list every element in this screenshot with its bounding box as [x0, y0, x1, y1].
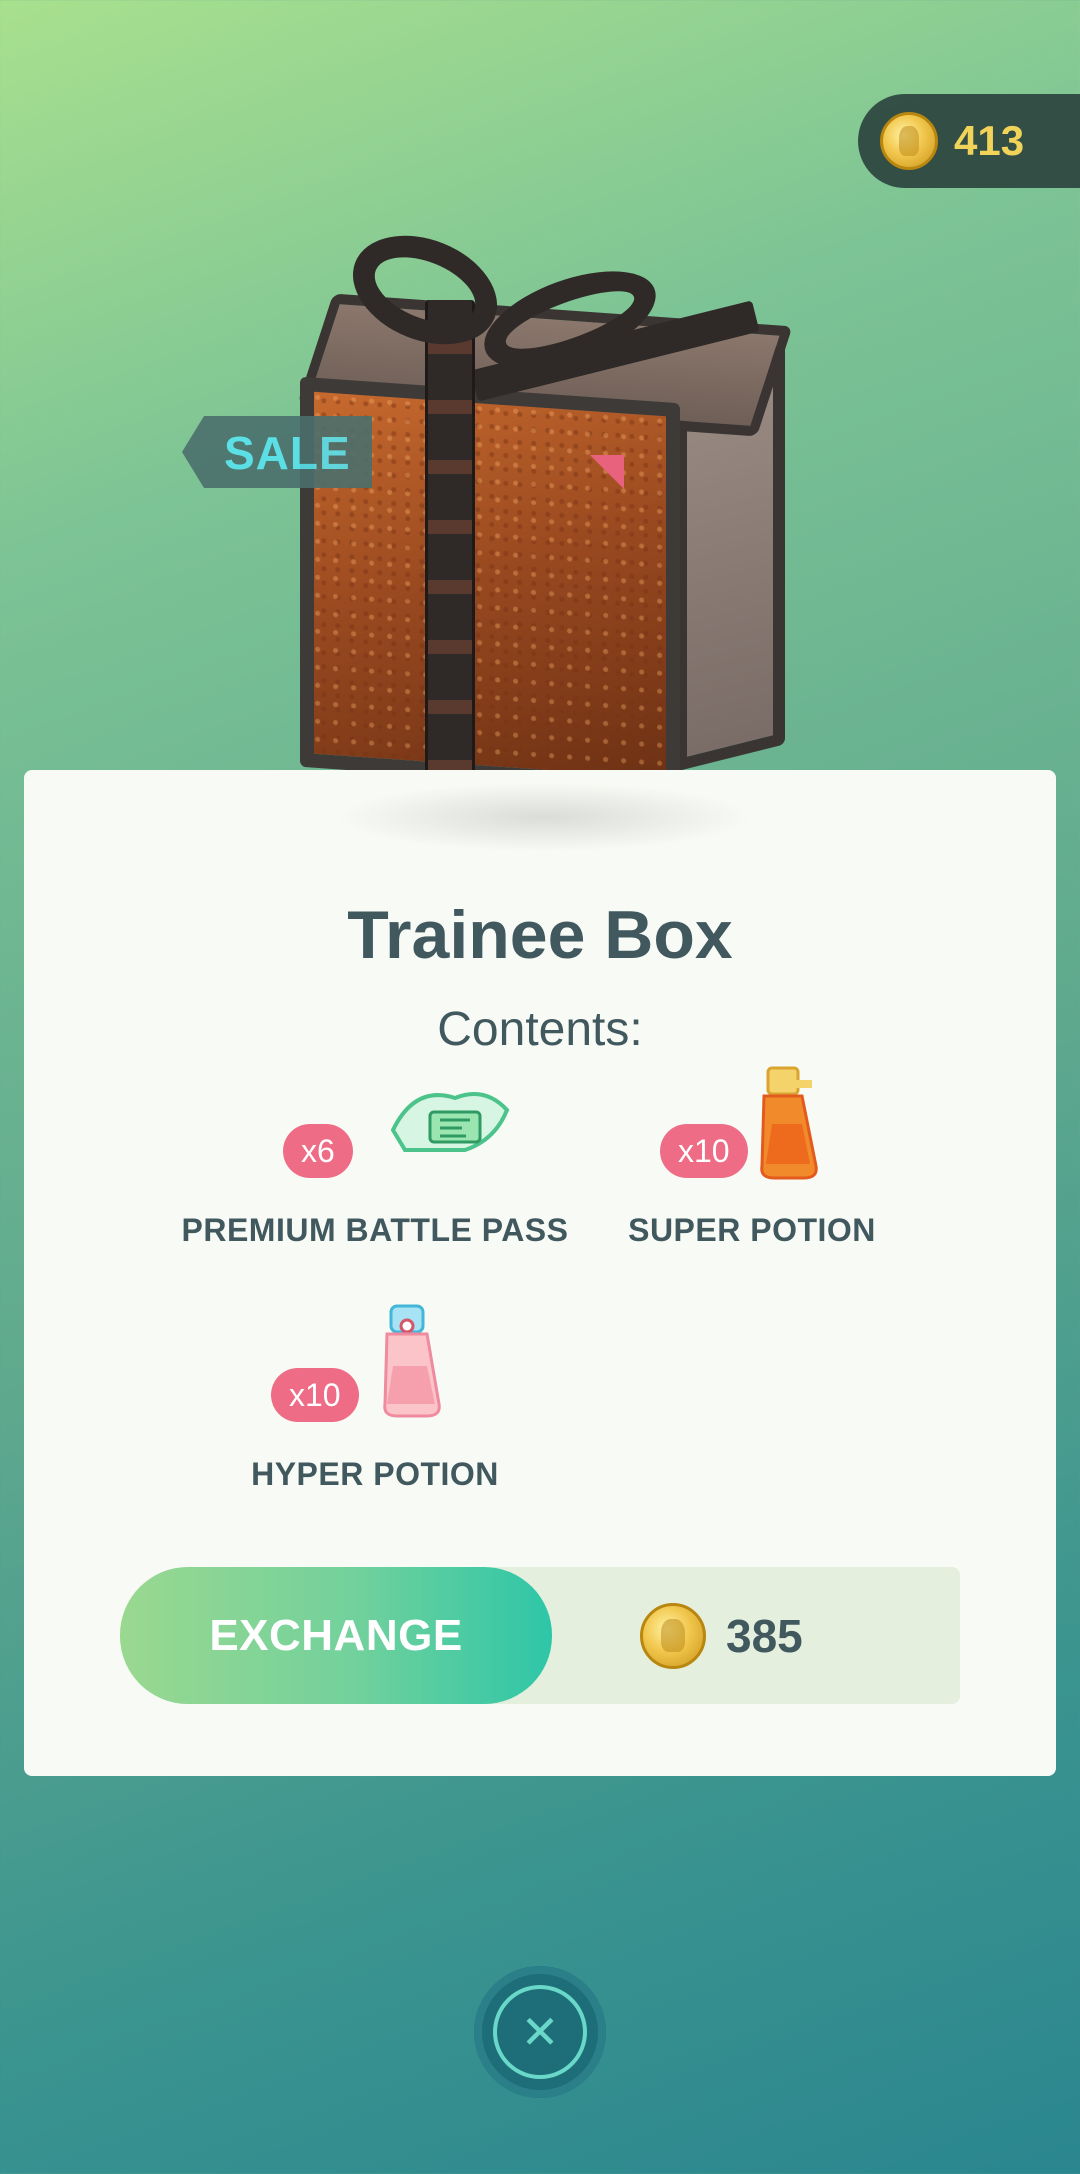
price-display: 385 [640, 1567, 803, 1704]
price-amount: 385 [726, 1609, 803, 1662]
quantity-badge: x10 [660, 1124, 748, 1178]
pokecoin-icon [880, 112, 938, 170]
quantity-badge: x10 [271, 1368, 359, 1422]
item-label: HYPER POTION [251, 1456, 499, 1492]
sale-badge: SALE [182, 416, 372, 488]
coin-balance-amount: 413 [954, 117, 1025, 164]
hyper-potion-icon [383, 1304, 441, 1418]
content-item-hyper-potion: x10 HYPER POTION [155, 1304, 595, 1514]
exchange-bar: EXCHANGE 385 [120, 1567, 960, 1704]
item-label: PREMIUM BATTLE PASS [181, 1212, 569, 1248]
box-shadow [334, 782, 754, 852]
premium-battle-pass-icon [390, 1092, 510, 1152]
quantity-badge: x6 [283, 1124, 353, 1178]
item-label: SUPER POTION [628, 1212, 876, 1248]
offer-card: Trainee Box Contents: x6 PREMIUM BATTLE … [24, 770, 1056, 1776]
contents-label: Contents: [437, 1003, 643, 1056]
close-icon: ✕ [493, 1985, 587, 2079]
exchange-button[interactable]: EXCHANGE [120, 1567, 552, 1704]
coin-balance-counter: 413 [858, 94, 1080, 188]
sale-badge-label: SALE [224, 427, 351, 479]
super-potion-icon [760, 1066, 818, 1180]
pokecoin-icon [640, 1602, 706, 1669]
content-item-super-potion: x10 SUPER POTION [532, 1066, 972, 1270]
close-button[interactable]: ✕ [474, 1966, 606, 2098]
content-item-premium-battle-pass: x6 PREMIUM BATTLE PASS [155, 1070, 595, 1270]
offer-title: Trainee Box [347, 897, 733, 973]
gift-box-image [270, 215, 810, 810]
